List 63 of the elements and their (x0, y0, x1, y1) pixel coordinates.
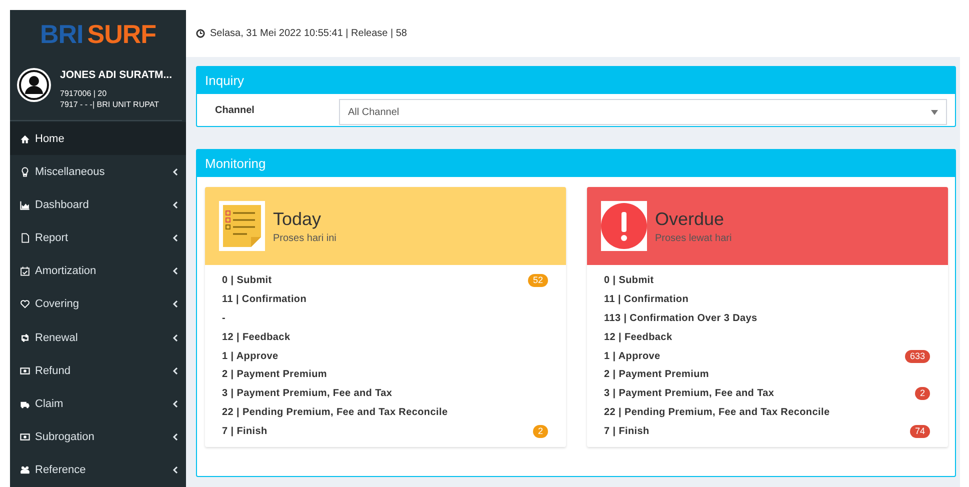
status-row-text: 113 | Confirmation Over 3 Days (604, 312, 758, 324)
status-row-text: 2 | Payment Premium (222, 369, 327, 380)
status-row-text: 22 | Pending Premium, Fee and Tax Reconcile (604, 407, 830, 418)
money-icon (20, 432, 30, 442)
status-row-text: 2 | Payment Premium (604, 369, 709, 380)
count-badge: 52 (528, 274, 548, 287)
user-info: 7917006 | 20 (60, 88, 108, 99)
menu-item[interactable]: Refund (10, 354, 186, 388)
channel-dropdown[interactable]: All Channel (339, 99, 947, 125)
status-row-text: 7 | Finish (222, 426, 268, 438)
status-row-text: 11 | Confirmation (604, 294, 689, 305)
count-badge: 2 (914, 387, 930, 400)
logo-text: BRI (40, 18, 84, 50)
count-badge: 74 (910, 425, 930, 438)
panel-title: Monitoring (197, 150, 955, 177)
money-icon (20, 366, 30, 376)
status-row-text: 0 | Submit (604, 274, 654, 286)
avatar-icon (16, 66, 52, 103)
status-row-text: 12 | Feedback (222, 332, 290, 343)
menu-item[interactable]: Covering (10, 288, 186, 322)
status-row-text: 11 | Confirmation (222, 294, 307, 305)
heart-icon (20, 299, 30, 310)
menu-item[interactable]: Renewal (10, 321, 186, 354)
calendar-check-icon (20, 266, 30, 276)
status-row-text: 3 | Payment Premium, Fee and Tax (604, 388, 774, 400)
count-badge: 2 (532, 425, 548, 438)
card-subtitle: Proses hari ini (273, 232, 336, 244)
home-icon (20, 134, 30, 144)
status-row-text: 0 | Submit (222, 274, 272, 286)
menu-item[interactable]: Miscellaneous (10, 155, 186, 188)
area-chart-icon (20, 200, 30, 210)
lightbulb-icon (20, 166, 30, 177)
menu-item[interactable]: Amortization (10, 254, 186, 288)
file-icon (20, 233, 30, 244)
card-title: Overdue (655, 208, 726, 230)
field-label: Channel (215, 104, 256, 116)
panel-title: Inquiry (197, 67, 955, 94)
user-name: JONES ADI SURATM... (60, 68, 172, 81)
status-row-text: 1 | Approve (604, 350, 660, 362)
menu-item[interactable]: Home (10, 122, 186, 156)
status-row-text: 1 | Approve (222, 350, 278, 362)
exclamation-icon (601, 201, 647, 251)
menu-item[interactable]: Report (10, 222, 186, 255)
retweet-icon (20, 332, 30, 343)
clock-icon (196, 29, 205, 38)
count-badge: 633 (904, 350, 930, 362)
menu-item[interactable]: Reference (10, 454, 186, 487)
menu-item[interactable]: Dashboard (10, 188, 186, 222)
date-release-text: Selasa, 31 Mei 2022 10:55:41 | Release | 58 (210, 28, 407, 39)
status-row-text: 22 | Pending Premium, Fee and Tax Reconcile (222, 407, 448, 418)
status-row-text: 7 | Finish (604, 426, 650, 438)
checklist-icon (219, 201, 265, 251)
menu-item[interactable]: Subrogation (10, 420, 186, 454)
status-row-text: 3 | Payment Premium, Fee and Tax (222, 388, 392, 400)
status-row-text: 12 | Feedback (604, 332, 672, 343)
card-title: Today (273, 208, 322, 230)
menu-item[interactable]: Claim (10, 387, 186, 421)
users-icon (20, 465, 30, 476)
status-row-text: - (222, 312, 226, 324)
user-info: 7917 - - -| BRI UNIT RUPAT (60, 98, 160, 110)
caret-icon (931, 110, 938, 114)
card-subtitle: Proses lewat hari (655, 232, 732, 244)
logo-text: SURF (87, 18, 156, 50)
